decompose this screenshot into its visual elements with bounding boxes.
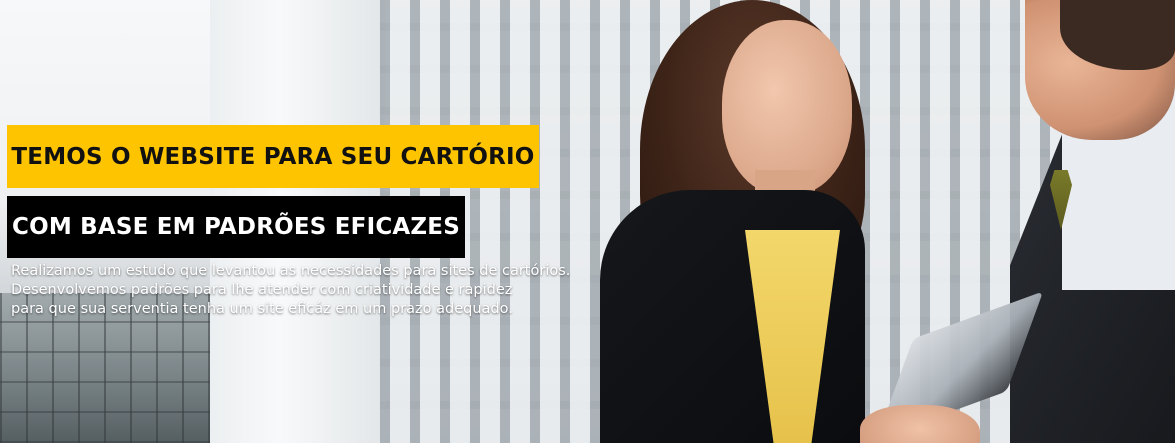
woman-face [722,20,852,195]
hero-description: Realizamos um estudo que levantou as nec… [11,262,571,319]
headline-secondary: COM BASE EM PADRÕES EFICAZES [12,214,460,240]
description-line-1: Realizamos um estudo que levantou as nec… [11,263,571,279]
headline-primary: TEMOS O WEBSITE PARA SEU CARTÓRIO [11,143,535,170]
description-line-2: Desenvolvemos padrões para lhe atender c… [11,282,513,298]
headline-primary-box: TEMOS O WEBSITE PARA SEU CARTÓRIO [7,125,539,188]
headline-secondary-box: COM BASE EM PADRÕES EFICAZES [7,196,465,258]
hero-banner: TEMOS O WEBSITE PARA SEU CARTÓRIO COM BA… [0,0,1175,443]
description-line-3: para que sua serventia tenha um site efi… [11,301,513,317]
